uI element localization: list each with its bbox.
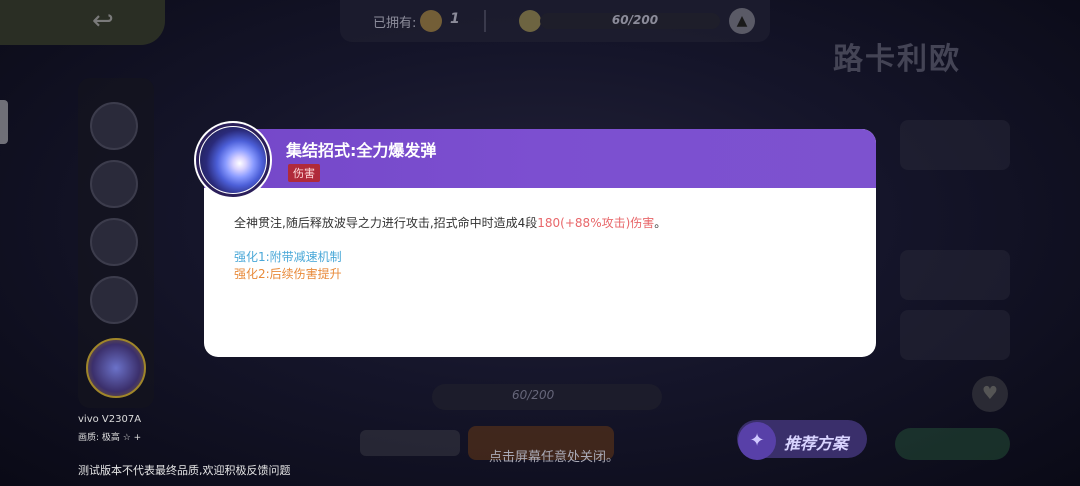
back-button[interactable]: ↩ xyxy=(0,0,165,45)
right-panel-item[interactable] xyxy=(900,250,1010,300)
item-icon xyxy=(420,10,442,32)
damage-badge: 伤害 xyxy=(288,164,320,182)
desc-suffix: 。 xyxy=(654,216,667,230)
skill-description: 全神贯注,随后释放波导之力进行攻击,招式命中时造成4段180(+88%攻击)伤害… xyxy=(234,214,854,231)
skill-slot-1[interactable] xyxy=(90,160,138,208)
skill-detail-modal[interactable]: 集结招式:全力爆发弹 伤害 全神贯注,随后释放波导之力进行攻击,招式命中时造成4… xyxy=(204,129,876,357)
desc-highlight: 180(+88%攻击)伤害 xyxy=(537,216,655,230)
enhance-2: 强化2:后续伤害提升 xyxy=(234,267,342,281)
bottom-left-button[interactable] xyxy=(360,430,460,456)
side-tab[interactable] xyxy=(0,100,8,144)
divider xyxy=(484,10,486,32)
owned-label: 已拥有: xyxy=(373,16,417,31)
enhance-1: 强化1:附带减速机制 xyxy=(234,250,342,264)
arrow-up-icon[interactable]: ▲ xyxy=(729,8,755,34)
skill-slot-3[interactable] xyxy=(90,276,138,324)
bottom-progress-text: 60/200 xyxy=(512,388,555,402)
owned-count: 1 xyxy=(450,11,460,27)
test-notice: 测试版本不代表最终品质,欢迎积极反馈问题 xyxy=(78,464,291,477)
recommend-label: 推荐方案 xyxy=(784,434,849,453)
heart-icon[interactable]: ♥ xyxy=(972,376,1008,412)
energy-orb-icon xyxy=(196,123,270,197)
device-quality: 画质: 极高 ☆ + xyxy=(78,433,142,443)
skill-slot-unite[interactable] xyxy=(86,338,146,398)
close-hint: 点击屏幕任意处关闭。 xyxy=(489,450,620,465)
gear-icon[interactable] xyxy=(90,102,138,150)
device-name: vivo V2307A xyxy=(78,414,142,425)
right-panel-item[interactable] xyxy=(900,120,1010,170)
modal-header: 集结招式:全力爆发弹 伤害 xyxy=(204,129,876,188)
skill-title: 集结招式:全力爆发弹 xyxy=(286,141,437,160)
right-panel-item[interactable] xyxy=(900,310,1010,360)
lightbulb-icon: ✦ xyxy=(738,422,776,460)
skill-slot-2[interactable] xyxy=(90,218,138,266)
coin-icon xyxy=(519,10,541,32)
hero-name: 路卡利欧 xyxy=(833,42,961,77)
back-arrow-icon: ↩ xyxy=(92,6,114,36)
share-button[interactable] xyxy=(895,428,1010,460)
progress-text: 60/200 xyxy=(611,13,659,27)
desc-text: 全神贯注,随后释放波导之力进行攻击,招式命中时造成4段 xyxy=(234,216,538,230)
